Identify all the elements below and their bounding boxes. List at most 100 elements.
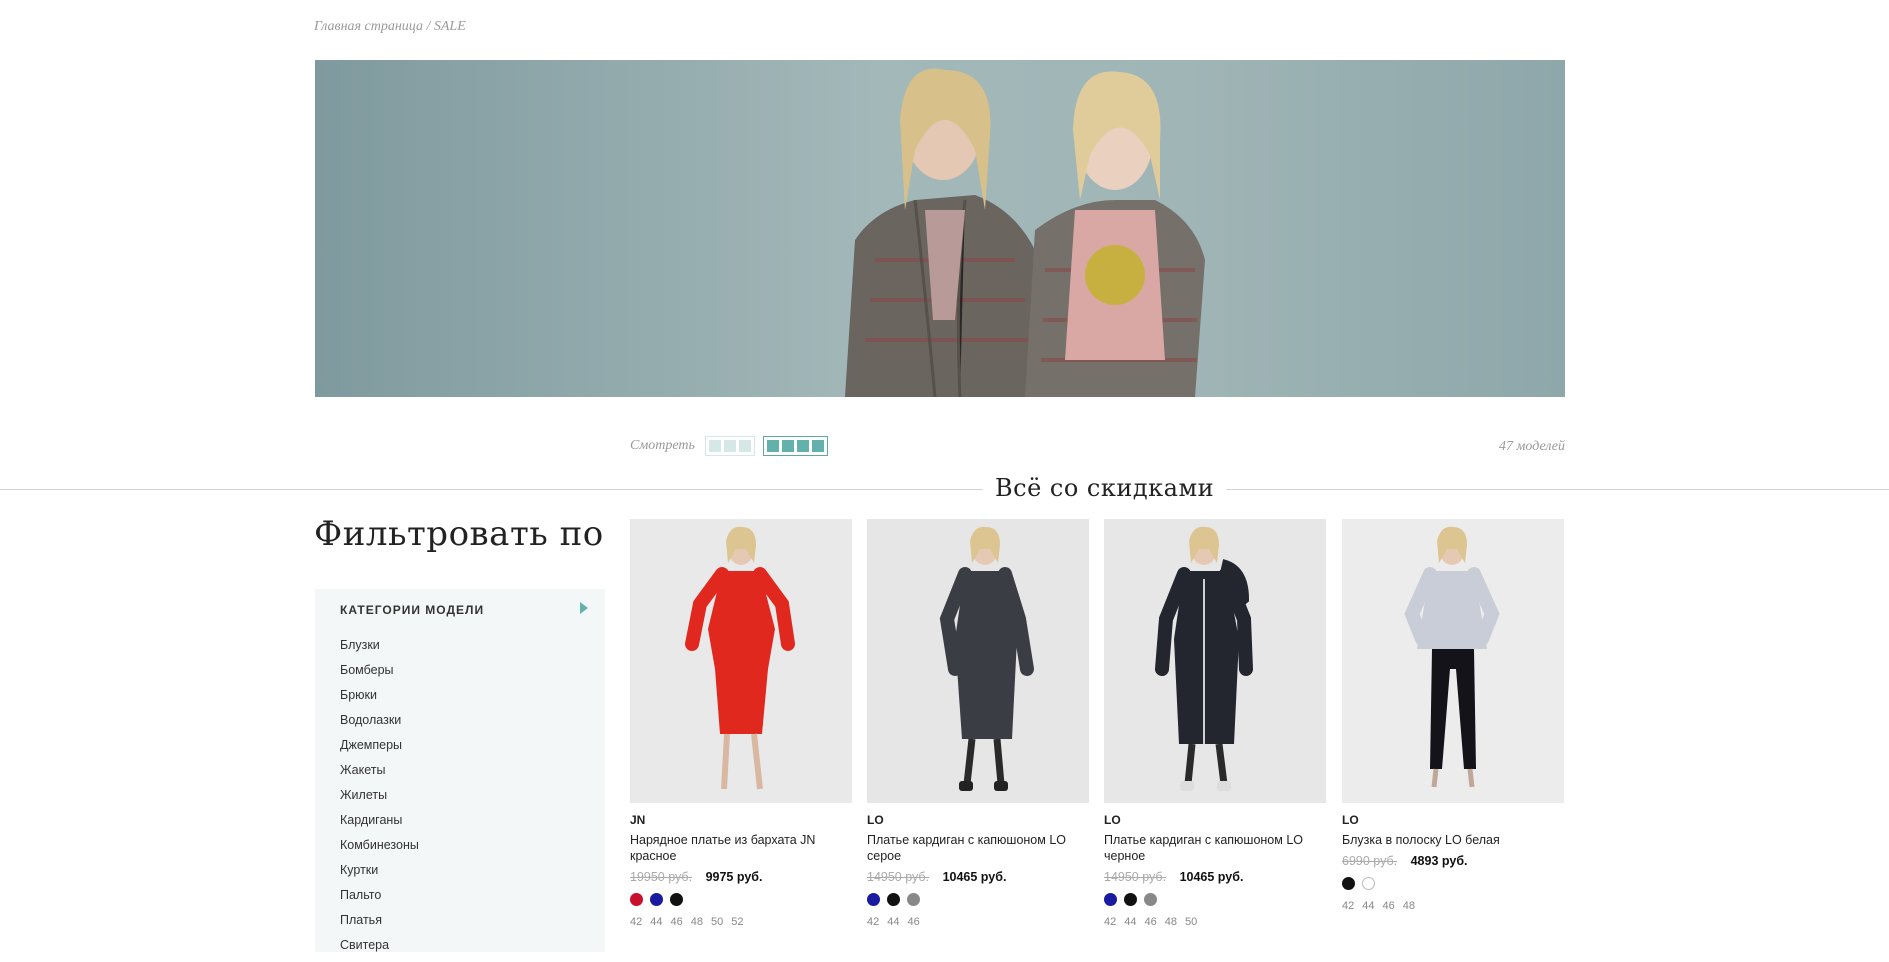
product-image <box>1342 519 1564 803</box>
grid-cell-icon <box>781 440 794 452</box>
size-list: 42 44 46 48 50 <box>1104 916 1326 928</box>
size-option[interactable]: 44 <box>887 916 899 928</box>
category-list: Блузки Бомберы Брюки Водолазки Джемперы … <box>340 637 419 962</box>
size-option[interactable]: 52 <box>731 916 743 928</box>
hero-banner-image <box>845 68 1205 397</box>
product-image <box>1104 519 1326 803</box>
grid-4-columns-button[interactable] <box>762 436 828 456</box>
color-swatch[interactable] <box>1124 893 1137 906</box>
size-option[interactable]: 48 <box>1165 916 1177 928</box>
hero-banner <box>315 60 1565 397</box>
size-option[interactable]: 42 <box>630 916 642 928</box>
size-option[interactable]: 44 <box>650 916 662 928</box>
section-divider <box>0 489 1889 490</box>
color-swatch[interactable] <box>670 893 683 906</box>
size-option[interactable]: 42 <box>1342 900 1354 912</box>
breadcrumb[interactable]: Главная страница / SALE <box>314 19 466 35</box>
product-brand: LO <box>1104 813 1121 827</box>
color-swatches <box>630 893 852 906</box>
color-swatch[interactable] <box>907 893 920 906</box>
color-swatch[interactable] <box>1362 877 1375 890</box>
color-swatch[interactable] <box>867 893 880 906</box>
product-card[interactable]: LO Платье кардиган с капюшоном LO серое … <box>867 519 1089 928</box>
size-option[interactable]: 44 <box>1124 916 1136 928</box>
product-name[interactable]: Блузка в полоску LO белая <box>1342 832 1564 848</box>
size-option[interactable]: 46 <box>1145 916 1157 928</box>
product-name[interactable]: Нарядное платье из бархата JN красное <box>630 832 852 864</box>
sale-price: 10465 руб. <box>942 870 1007 884</box>
grid-cell-icon <box>766 440 779 452</box>
sale-price: 4893 руб. <box>1410 854 1468 868</box>
old-price: 14950 руб. <box>867 870 930 884</box>
product-prices: 14950 руб. 10465 руб. <box>867 870 1089 884</box>
color-swatch[interactable] <box>650 893 663 906</box>
color-swatch[interactable] <box>1104 893 1117 906</box>
product-image <box>630 519 852 803</box>
grid-cell-icon <box>708 440 721 452</box>
product-prices: 14950 руб. 10465 руб. <box>1104 870 1326 884</box>
view-toggle-bar: Смотреть <box>630 436 836 456</box>
category-item[interactable]: Брюки <box>340 687 419 712</box>
product-card[interactable]: LO Блузка в полоску LO белая 6990 руб. 4… <box>1342 519 1564 912</box>
section-title: Всё со скидками <box>983 474 1227 502</box>
category-item[interactable]: Пальто <box>340 887 419 912</box>
grid-cell-icon <box>811 440 824 452</box>
product-photo[interactable] <box>867 519 1089 803</box>
product-photo[interactable] <box>630 519 852 803</box>
category-item[interactable]: Кардиганы <box>340 812 419 837</box>
sale-price: 10465 руб. <box>1179 870 1244 884</box>
sale-price: 9975 руб. <box>705 870 763 884</box>
category-item[interactable]: Бомберы <box>340 662 419 687</box>
filter-title: Фильтровать по <box>314 514 604 554</box>
product-prices: 19950 руб. 9975 руб. <box>630 870 852 884</box>
product-image <box>867 519 1089 803</box>
old-price: 6990 руб. <box>1342 854 1398 868</box>
color-swatches <box>1342 877 1564 890</box>
color-swatch[interactable] <box>887 893 900 906</box>
size-option[interactable]: 46 <box>1383 900 1395 912</box>
filter-category-header[interactable]: КАТЕГОРИИ МОДЕЛИ <box>340 603 484 617</box>
grid-3-columns-button[interactable] <box>704 436 755 456</box>
category-item[interactable]: Жакеты <box>340 762 419 787</box>
color-swatches <box>1104 893 1326 906</box>
size-option[interactable]: 42 <box>1104 916 1116 928</box>
category-item[interactable]: Водолазки <box>340 712 419 737</box>
category-item[interactable]: Платья <box>340 912 419 937</box>
product-name[interactable]: Платье кардиган с капюшоном LO черное <box>1104 832 1326 864</box>
product-photo[interactable] <box>1104 519 1326 803</box>
size-list: 42 44 46 48 <box>1342 900 1564 912</box>
category-item[interactable]: Жилеты <box>340 787 419 812</box>
product-brand: JN <box>630 813 646 827</box>
grid-cell-icon <box>796 440 809 452</box>
size-option[interactable]: 50 <box>711 916 723 928</box>
size-option[interactable]: 46 <box>908 916 920 928</box>
product-card[interactable]: JN Нарядное платье из бархата JN красное… <box>630 519 852 928</box>
product-photo[interactable] <box>1342 519 1564 803</box>
product-card[interactable]: LO Платье кардиган с капюшоном LO черное… <box>1104 519 1326 928</box>
category-item[interactable]: Блузки <box>340 637 419 662</box>
category-item[interactable]: Куртки <box>340 862 419 887</box>
size-option[interactable]: 50 <box>1185 916 1197 928</box>
size-option[interactable]: 42 <box>867 916 879 928</box>
color-swatches <box>867 893 1089 906</box>
category-item[interactable]: Свитера <box>340 937 419 962</box>
product-name[interactable]: Платье кардиган с капюшоном LO серое <box>867 832 1089 864</box>
color-swatch[interactable] <box>1144 893 1157 906</box>
old-price: 14950 руб. <box>1104 870 1167 884</box>
product-prices: 6990 руб. 4893 руб. <box>1342 854 1564 868</box>
color-swatch[interactable] <box>630 893 643 906</box>
category-item[interactable]: Комбинезоны <box>340 837 419 862</box>
size-option[interactable]: 44 <box>1362 900 1374 912</box>
size-option[interactable]: 48 <box>1403 900 1415 912</box>
chevron-right-icon[interactable] <box>577 601 591 615</box>
grid-cell-icon <box>738 440 751 452</box>
size-option[interactable]: 46 <box>671 916 683 928</box>
category-item[interactable]: Джемперы <box>340 737 419 762</box>
size-option[interactable]: 48 <box>691 916 703 928</box>
size-list: 42 44 46 48 50 52 <box>630 916 852 928</box>
size-list: 42 44 46 <box>867 916 1089 928</box>
product-brand: LO <box>1342 813 1359 827</box>
grid-cell-icon <box>723 440 736 452</box>
product-brand: LO <box>867 813 884 827</box>
color-swatch[interactable] <box>1342 877 1355 890</box>
